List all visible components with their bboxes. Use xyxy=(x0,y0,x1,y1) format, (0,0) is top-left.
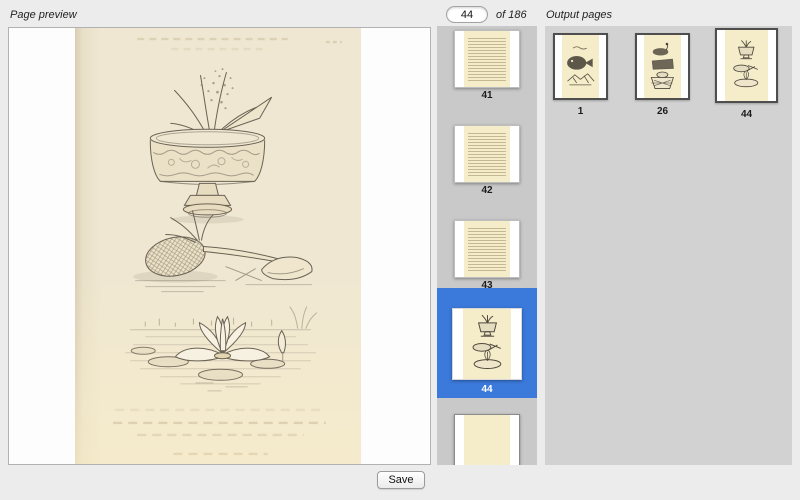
page-total-label: of 186 xyxy=(496,9,527,21)
mini-plate-44 xyxy=(725,30,767,101)
text-page-thumbnail xyxy=(464,221,510,277)
filmstrip-page-number: 41 xyxy=(437,90,537,101)
water-lily-sketch xyxy=(125,307,317,391)
output-pages-label: Output pages xyxy=(546,9,612,21)
output-item-44[interactable]: 44 xyxy=(715,28,778,120)
mini-plate-44 xyxy=(463,309,512,379)
scanned-page-image xyxy=(75,28,361,464)
text-page-thumbnail xyxy=(464,126,510,182)
output-pages-panel: 1 26 xyxy=(545,26,792,465)
mini-plate-bird xyxy=(644,35,681,98)
filmstrip-page-number: 44 xyxy=(437,384,537,395)
illustration-page-thumbnail xyxy=(562,35,599,98)
mini-plate-fish xyxy=(562,35,599,98)
text-page-thumbnail xyxy=(464,31,510,87)
output-page-number: 1 xyxy=(553,106,608,117)
ghost-text-top xyxy=(137,39,342,49)
jardiniere-sketch xyxy=(150,68,271,223)
filmstrip-item-44-selected[interactable]: 44 xyxy=(437,288,537,398)
filmstrip-page-number: 42 xyxy=(437,185,537,196)
ghost-text-bottom xyxy=(113,410,326,454)
page-preview-label: Page preview xyxy=(10,9,77,21)
page-illustration xyxy=(75,28,361,464)
illustration-page-thumbnail xyxy=(644,35,681,98)
illustration-page-thumbnail xyxy=(725,30,767,101)
output-item-1[interactable]: 1 xyxy=(553,33,608,117)
page-preview-panel xyxy=(8,27,431,465)
output-item-26[interactable]: 26 xyxy=(635,33,690,117)
blank-page-thumbnail xyxy=(464,415,510,465)
bank-grass xyxy=(145,307,317,329)
illustration-page-thumbnail xyxy=(463,309,512,379)
output-page-number: 26 xyxy=(635,106,690,117)
flower-dots xyxy=(201,68,234,109)
page-filmstrip: 41 42 43 xyxy=(437,26,537,465)
output-page-number: 44 xyxy=(715,109,778,120)
save-button[interactable]: Save xyxy=(377,471,425,489)
page-number-input[interactable] xyxy=(446,6,488,23)
